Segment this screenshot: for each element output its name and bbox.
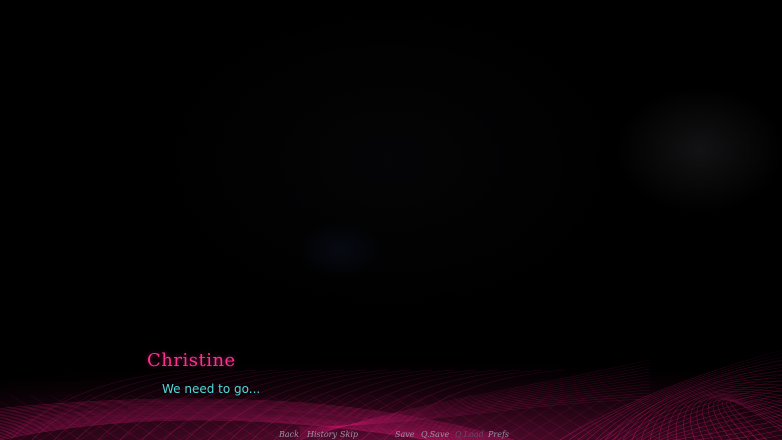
quick-menu: Back History Skip Save Q.Save Q.Load Pre… (0, 429, 782, 440)
quick-load-button[interactable]: Q.Load (455, 429, 484, 440)
dialogue-textbox[interactable] (0, 340, 782, 440)
history-button[interactable]: History (307, 429, 337, 440)
dialogue-text: We need to go... (162, 382, 261, 396)
game-scene[interactable]: Christine We need to go... Back History … (0, 0, 782, 440)
save-button[interactable]: Save (395, 429, 415, 440)
preferences-button[interactable]: Prefs (488, 429, 509, 440)
skip-button[interactable]: Skip (340, 429, 358, 440)
neon-grid-decoration (0, 340, 782, 440)
quick-save-button[interactable]: Q.Save (421, 429, 449, 440)
speaker-name: Christine (147, 350, 236, 371)
back-button[interactable]: Back (279, 429, 299, 440)
